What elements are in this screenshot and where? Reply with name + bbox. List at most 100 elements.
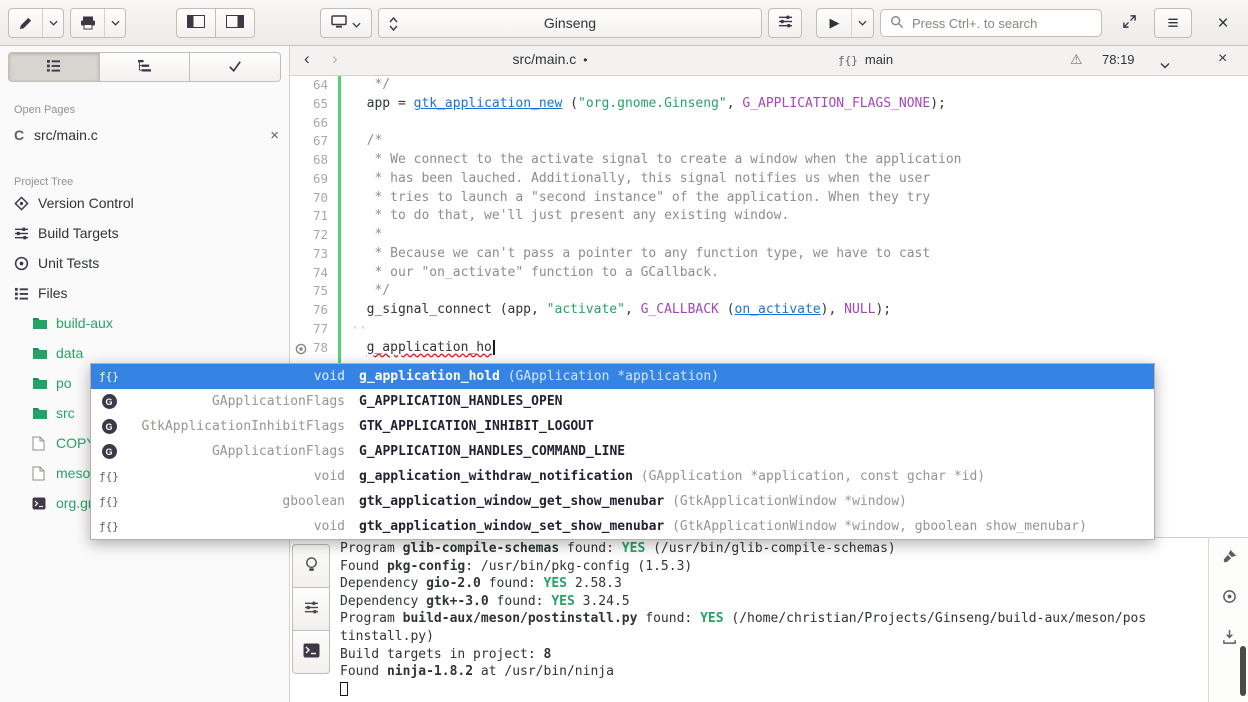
code-line-69[interactable]: 69 * has been lauched. Additionally, thi… — [290, 170, 1248, 189]
completion-params: (GApplication *application) — [500, 369, 719, 384]
code-line-73[interactable]: 73 * Because we can't pass a pointer to … — [290, 245, 1248, 264]
chevron-down-icon[interactable] — [42, 9, 63, 37]
code-line-74[interactable]: 74 * our "on_activate" function to a GCa… — [290, 264, 1248, 283]
code-line-71[interactable]: 71 * to do that, we'll just present any … — [290, 207, 1248, 226]
code-line-text: /* — [338, 132, 382, 151]
completion-return-type: void — [127, 369, 345, 384]
forward-button[interactable]: › — [332, 49, 338, 69]
toggle-right-panel-button[interactable] — [215, 8, 255, 38]
completion-item-g-application-handles-command-line[interactable]: GGApplicationFlagsG_APPLICATION_HANDLES_… — [91, 439, 1154, 464]
scrollbar-thumb[interactable] — [1240, 646, 1246, 696]
code-line-66[interactable]: 66 — [290, 114, 1248, 133]
search-box[interactable] — [880, 9, 1102, 37]
terminal-button[interactable] — [292, 630, 330, 674]
code-line-75[interactable]: 75 */ — [290, 282, 1248, 301]
search-input[interactable] — [910, 15, 1090, 32]
code-line-67[interactable]: 67 /* — [290, 132, 1248, 151]
completion-item-gtk-application-inhibit-logout[interactable]: GGtkApplicationInhibitFlagsGTK_APPLICATI… — [91, 414, 1154, 439]
completion-name: g_application_withdraw_notification (GAp… — [359, 469, 985, 484]
tree-item-label: Version Control — [38, 195, 134, 211]
brush-button[interactable] — [1209, 538, 1248, 578]
build-output-button[interactable] — [292, 587, 330, 631]
panel-tool-buttons — [292, 544, 330, 674]
open-page-row[interactable]: C src/main.c × — [0, 120, 289, 150]
omnibar-project-button[interactable]: Ginseng — [378, 8, 762, 38]
file-item-build-aux[interactable]: build-aux — [0, 308, 289, 338]
symbol-path-button[interactable]: ƒ{}main — [838, 52, 893, 67]
code-line-64[interactable]: 64 */ — [290, 76, 1248, 95]
build-output[interactable]: Program glib-compile-schemas found: YES … — [340, 540, 1204, 702]
tree-item-unit-tests[interactable]: Unit Tests — [0, 248, 289, 278]
code-line-text: g_signal_connect (app, "activate", G_CAL… — [338, 301, 891, 320]
file-item-label: src — [56, 405, 75, 421]
tree-item-build-targets[interactable]: Build Targets — [0, 218, 289, 248]
device-selector-button[interactable] — [320, 8, 372, 38]
run-split-button[interactable]: ▶ — [816, 8, 874, 38]
chevron-down-icon[interactable] — [851, 9, 872, 37]
messages-button[interactable] — [292, 544, 330, 588]
back-button[interactable]: ‹ — [304, 49, 310, 69]
play-icon[interactable]: ▶ — [818, 9, 851, 37]
completion-item-gtk-application-window-get-show-menubar[interactable]: ƒ{}gbooleangtk_application_window_get_sh… — [91, 489, 1154, 514]
fullscreen-button[interactable] — [1112, 8, 1146, 38]
sliders-icon — [304, 601, 319, 617]
completion-item-g-application-handles-open[interactable]: GGApplicationFlagsG_APPLICATION_HANDLES_… — [91, 389, 1154, 414]
line-number: 75 — [290, 282, 338, 301]
document-split-button[interactable] — [70, 8, 126, 38]
sidebar-tab-switcher — [8, 52, 281, 82]
file-item-label: data — [56, 345, 83, 361]
chevron-down-icon[interactable] — [104, 9, 125, 37]
cursor-position: 78:19 — [1102, 52, 1135, 67]
code-line-70[interactable]: 70 * tries to launch a "second instance"… — [290, 189, 1248, 208]
function-icon: ƒ{} — [838, 54, 858, 67]
enum-icon: G — [91, 419, 127, 435]
close-editor-button[interactable]: × — [1218, 50, 1227, 68]
completion-item-g-application-withdraw-notification[interactable]: ƒ{}voidg_application_withdraw_notificati… — [91, 464, 1154, 489]
target-button[interactable] — [1209, 578, 1248, 618]
code-line-text: * our "on_activate" function to a GCallb… — [338, 264, 719, 283]
bottom-panel: Program glib-compile-schemas found: YES … — [290, 537, 1248, 702]
brush-icon — [1222, 549, 1237, 567]
printer-icon — [71, 9, 104, 37]
completion-item-g-application-hold[interactable]: ƒ{}voidg_application_hold (GApplication … — [91, 364, 1154, 389]
code-line-77[interactable]: 77·· — [290, 320, 1248, 339]
tab-tree[interactable] — [99, 52, 191, 82]
code-line-text: */ — [338, 76, 390, 95]
chevron-down-icon — [352, 15, 361, 31]
editor-header: ‹ › src/main.c• ƒ{}main ⚠ 78:19 × — [290, 46, 1248, 76]
build-pipeline-button[interactable] — [768, 8, 802, 38]
code-line-65[interactable]: 65 app = gtk_application_new ("org.gnome… — [290, 95, 1248, 114]
code-line-72[interactable]: 72 * — [290, 226, 1248, 245]
file-icon — [32, 466, 56, 481]
diagnostics-warning-icon[interactable]: ⚠ — [1070, 51, 1083, 68]
tree-item-files[interactable]: Files — [0, 278, 289, 308]
function-icon: ƒ{} — [91, 494, 127, 509]
line-number: 76 — [290, 301, 338, 320]
code-line-text: * Because we can't pass a pointer to any… — [338, 245, 930, 264]
completion-item-gtk-application-window-set-show-menubar[interactable]: ƒ{}voidgtk_application_window_set_show_m… — [91, 514, 1154, 539]
folder-icon — [32, 346, 56, 360]
chevron-down-icon[interactable] — [1160, 56, 1170, 72]
tab-todo[interactable] — [189, 52, 281, 82]
output-line: Build targets in project: 8 — [340, 646, 1204, 664]
tree-icon — [137, 59, 152, 75]
edit-split-button[interactable] — [8, 8, 64, 38]
enum-icon: G — [91, 394, 127, 410]
project-tree-label: Project Tree — [0, 176, 289, 188]
tab-pages[interactable] — [8, 52, 100, 82]
code-line-text: * tries to launch a "second instance" of… — [338, 189, 930, 208]
menu-button[interactable]: ≡ — [1154, 8, 1192, 38]
line-number: 69 — [290, 170, 338, 189]
toggle-left-panel-button[interactable] — [176, 8, 216, 38]
tree-item-version-control[interactable]: Version Control — [0, 188, 289, 218]
close-icon[interactable]: × — [270, 127, 279, 144]
close-window-button[interactable]: × — [1206, 8, 1240, 38]
tree-item-label: Unit Tests — [38, 255, 99, 271]
code-line-68[interactable]: 68 * We connect to the activate signal t… — [290, 151, 1248, 170]
line-number: 70 — [290, 189, 338, 208]
open-pages-label: Open Pages — [0, 104, 289, 116]
code-line-76[interactable]: 76 g_signal_connect (app, "activate", G_… — [290, 301, 1248, 320]
document-title[interactable]: src/main.c• — [440, 51, 660, 67]
line-number: 66 — [290, 114, 338, 133]
code-line-78[interactable]: 78 g_application_ho — [290, 339, 1248, 358]
